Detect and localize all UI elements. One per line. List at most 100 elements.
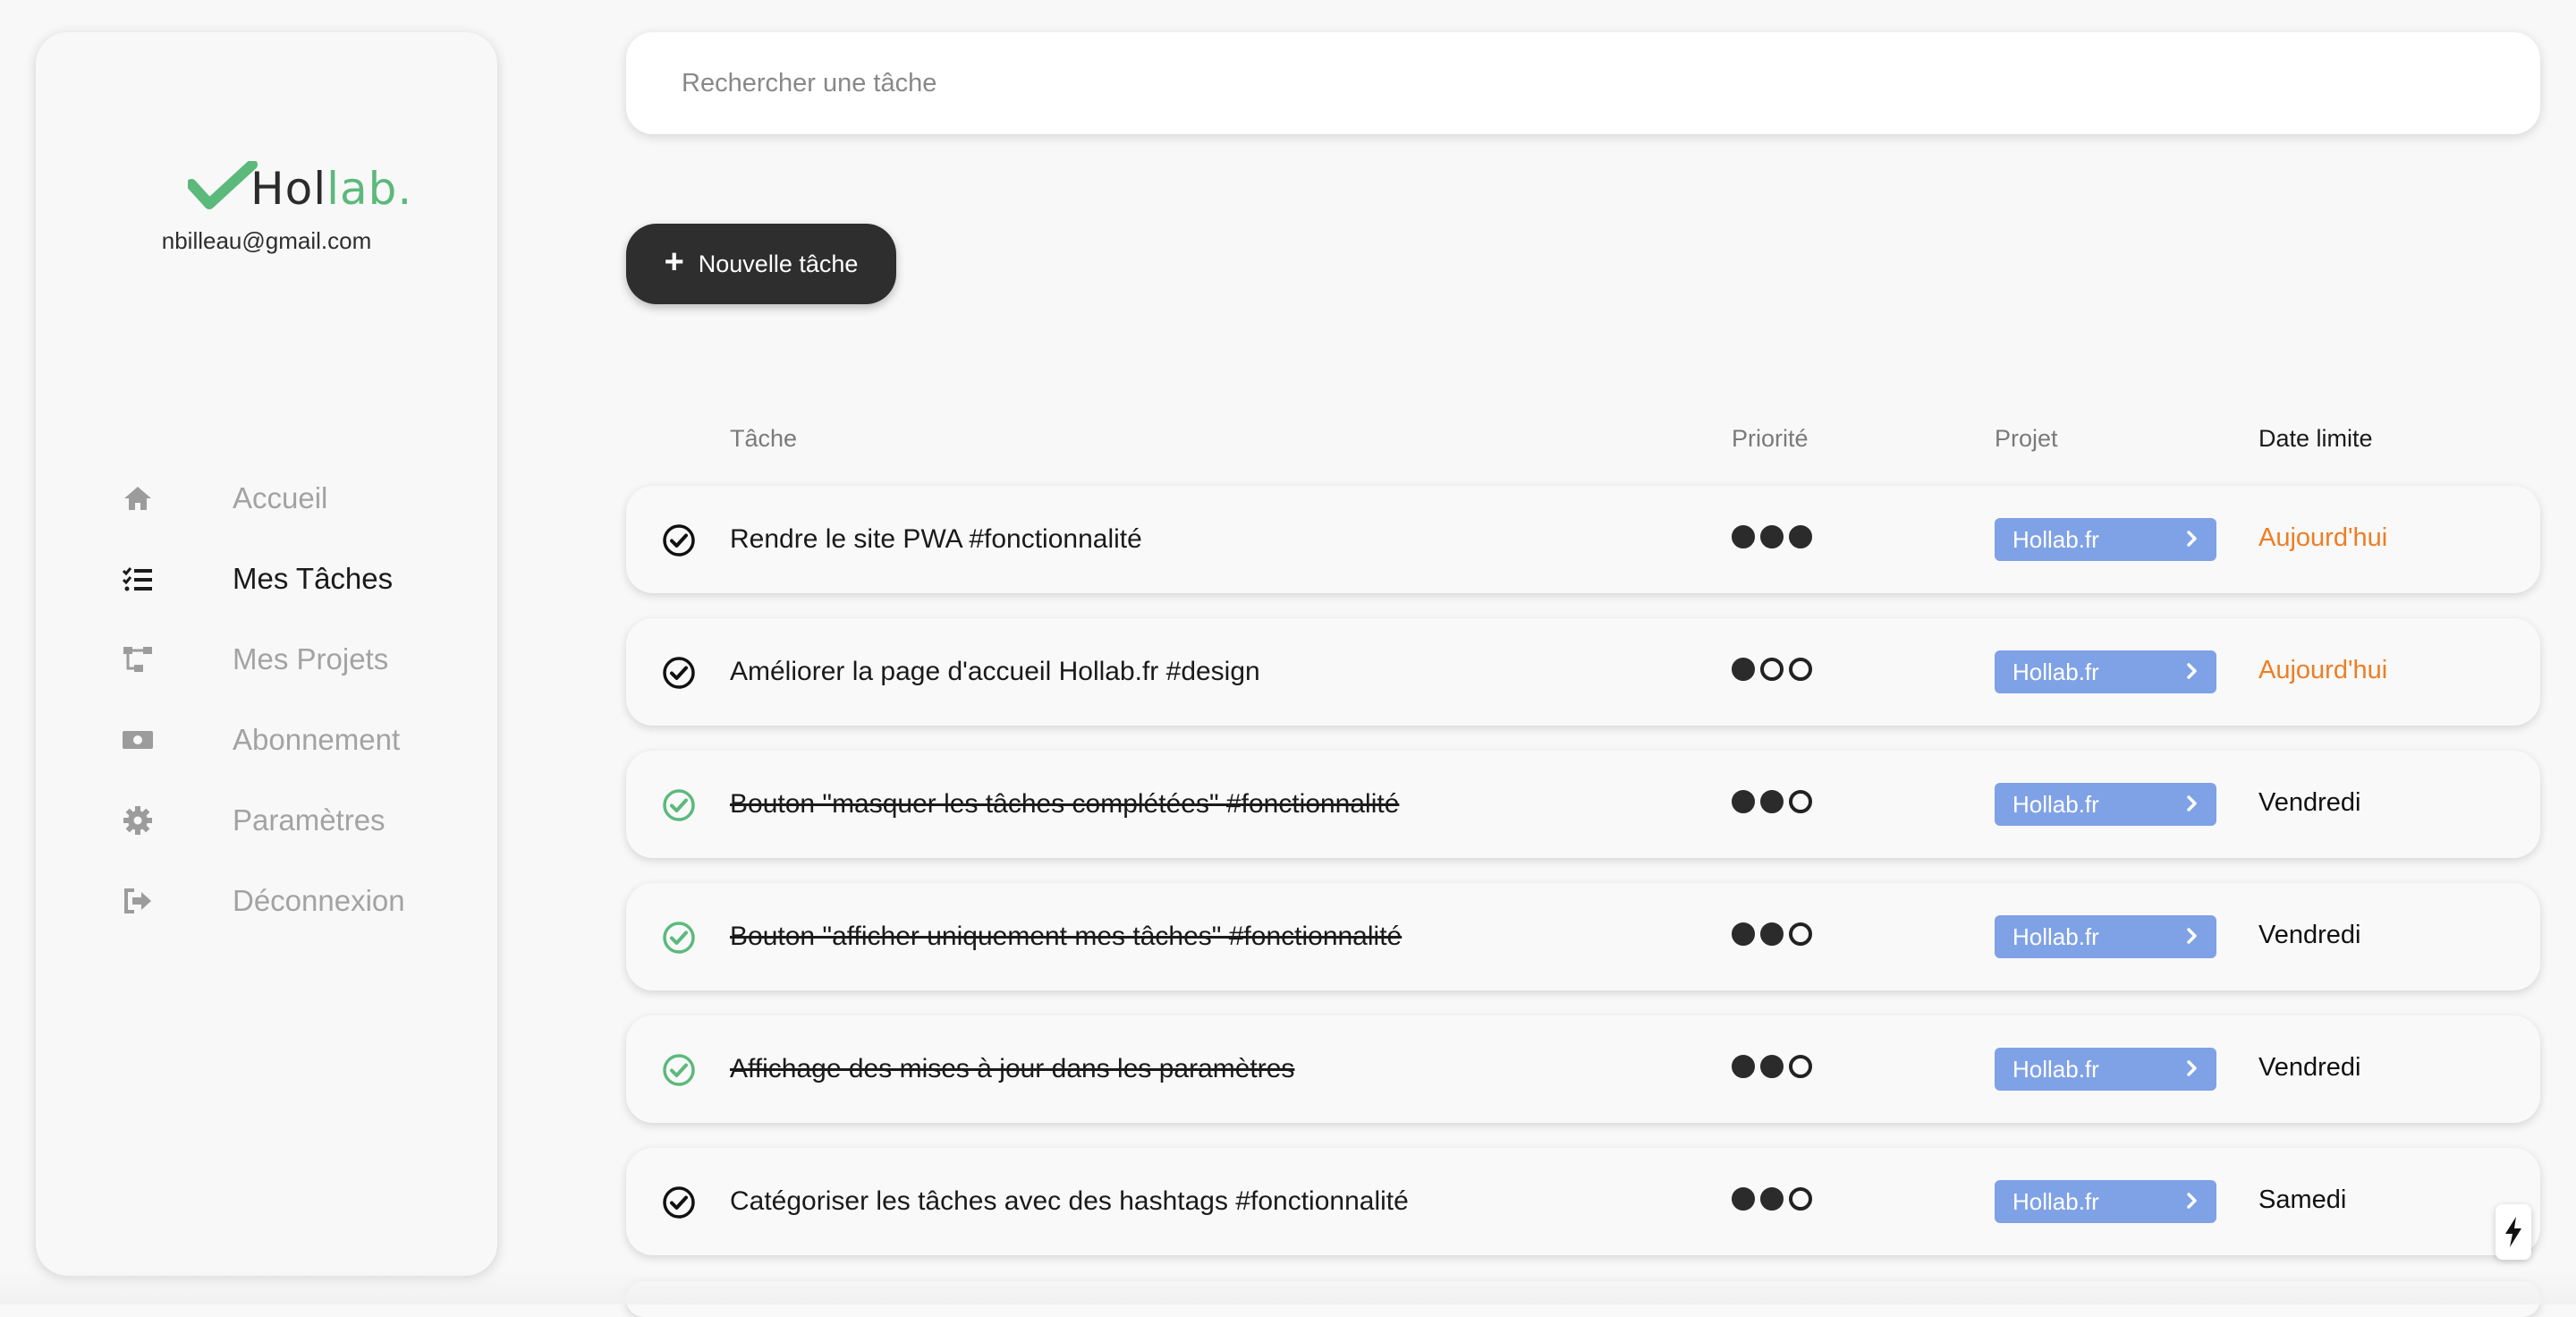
- project-badge[interactable]: Hollab.fr: [1995, 650, 2216, 693]
- table-row[interactable]: Bouton "afficher uniquement mes tâches" …: [626, 883, 2540, 990]
- logout-icon: [122, 883, 177, 919]
- priority-dot-filled: [1732, 525, 1755, 548]
- column-header-project: Projet: [1995, 425, 2058, 452]
- priority-dot-empty: [1760, 658, 1784, 681]
- priority-dot-filled: [1732, 1187, 1755, 1211]
- priority-dot-filled: [1732, 790, 1755, 813]
- sidebar-item-label: Accueil: [233, 481, 328, 514]
- sidebar-item-parametres[interactable]: Paramètres: [122, 780, 405, 861]
- table-row[interactable]: Affichage des mises à jour dans les para…: [626, 1015, 2540, 1123]
- priority-indicator: [1732, 790, 1812, 813]
- check-circle-icon[interactable]: [662, 1185, 696, 1219]
- priority-dot-filled: [1732, 658, 1755, 681]
- task-title[interactable]: Améliorer la page d'accueil Hollab.fr #d…: [730, 618, 1260, 726]
- project-badge[interactable]: Hollab.fr: [1995, 518, 2216, 561]
- due-date: Vendredi: [2258, 921, 2361, 949]
- project-badge[interactable]: Hollab.fr: [1995, 783, 2216, 826]
- project-label: Hollab.fr: [2012, 525, 2099, 553]
- chevron-right-icon: [2186, 1186, 2199, 1217]
- check-circle-icon[interactable]: [662, 523, 696, 557]
- task-title[interactable]: Catégoriser les tâches avec des hashtags…: [730, 1148, 1409, 1255]
- sidebar-item-deconnexion[interactable]: Déconnexion: [122, 861, 405, 941]
- search-input[interactable]: [680, 67, 2487, 99]
- sidebar-item-abonnement[interactable]: Abonnement: [122, 700, 405, 780]
- logo-text: Hollab.: [250, 163, 413, 215]
- priority-dot-filled: [1760, 922, 1784, 946]
- column-header-due: Date limite: [2258, 425, 2373, 452]
- sidebar-item-mes-projets[interactable]: Mes Projets: [122, 619, 405, 700]
- sidebar-item-label: Mes Projets: [233, 642, 389, 675]
- table-header: Tâche Priorité Projet Date limite: [0, 425, 2576, 461]
- column-header-task: Tâche: [730, 425, 798, 452]
- sidebar-item-label: Paramètres: [233, 803, 386, 837]
- search-bar: [626, 32, 2540, 134]
- project-badge[interactable]: Hollab.fr: [1995, 915, 2216, 958]
- project-label: Hollab.fr: [2012, 1055, 2099, 1083]
- priority-indicator: [1732, 922, 1812, 946]
- priority-indicator: [1732, 1187, 1812, 1211]
- sidebar: Hollab. nbilleau@gmail.com Accueil Mes T…: [36, 32, 497, 1276]
- task-title[interactable]: Bouton "afficher uniquement mes tâches" …: [730, 883, 1402, 990]
- table-row[interactable]: Bouton "masquer les tâches complétées" #…: [626, 751, 2540, 858]
- table-row[interactable]: Améliorer la page d'accueil Hollab.fr #d…: [626, 618, 2540, 726]
- due-date: Samedi: [2258, 1185, 2347, 1214]
- project-label: Hollab.fr: [2012, 658, 2099, 685]
- user-email: nbilleau@gmail.com: [161, 227, 372, 254]
- table-row-partial: [626, 1281, 2540, 1317]
- priority-indicator: [1732, 1055, 1812, 1078]
- plus-icon: +: [664, 243, 684, 281]
- due-date: Aujourd'hui: [2258, 523, 2388, 552]
- task-title[interactable]: Rendre le site PWA #fonctionnalité: [730, 486, 1142, 593]
- column-header-priority: Priorité: [1732, 425, 1809, 452]
- priority-dot-filled: [1789, 525, 1812, 548]
- new-task-label: Nouvelle tâche: [698, 250, 859, 277]
- priority-dot-empty: [1789, 658, 1812, 681]
- check-circle-icon[interactable]: [662, 656, 696, 690]
- priority-dot-empty: [1789, 790, 1812, 813]
- sidebar-item-label: Abonnement: [233, 723, 401, 756]
- logo-check-icon: [188, 161, 258, 209]
- project-badge[interactable]: Hollab.fr: [1995, 1048, 2216, 1091]
- project-tree-icon: [122, 642, 177, 677]
- priority-indicator: [1732, 658, 1812, 681]
- project-label: Hollab.fr: [2012, 790, 2099, 818]
- sidebar-item-accueil[interactable]: Accueil: [122, 458, 405, 539]
- chevron-right-icon: [2186, 524, 2199, 555]
- priority-dot-filled: [1732, 922, 1755, 946]
- check-circle-icon[interactable]: [662, 1053, 696, 1087]
- lightning-button[interactable]: [2496, 1204, 2531, 1260]
- chevron-right-icon: [2186, 789, 2199, 820]
- app-logo[interactable]: Hollab.: [188, 156, 412, 213]
- lightning-icon: [2505, 1217, 2521, 1247]
- new-task-button[interactable]: + Nouvelle tâche: [626, 224, 896, 304]
- priority-dot-empty: [1789, 1055, 1812, 1078]
- priority-dot-empty: [1789, 1187, 1812, 1211]
- table-row[interactable]: Catégoriser les tâches avec des hashtags…: [626, 1148, 2540, 1255]
- home-icon: [122, 480, 177, 516]
- due-date: Aujourd'hui: [2258, 656, 2388, 684]
- task-list-icon: [122, 561, 177, 597]
- priority-dot-filled: [1760, 1187, 1784, 1211]
- chevron-right-icon: [2186, 1054, 2199, 1084]
- sidebar-item-mes-taches[interactable]: Mes Tâches: [122, 539, 405, 619]
- priority-dot-filled: [1760, 1055, 1784, 1078]
- sidebar-item-label: Mes Tâches: [233, 562, 394, 595]
- task-title[interactable]: Bouton "masquer les tâches complétées" #…: [730, 751, 1399, 858]
- gear-icon: [122, 803, 177, 838]
- money-icon: [122, 722, 177, 758]
- chevron-right-icon: [2186, 657, 2199, 687]
- project-badge[interactable]: Hollab.fr: [1995, 1180, 2216, 1223]
- sidebar-nav: Accueil Mes Tâches Mes Projets Abonnemen…: [122, 458, 405, 941]
- due-date: Vendredi: [2258, 1053, 2361, 1082]
- check-circle-icon[interactable]: [662, 788, 696, 822]
- check-circle-icon[interactable]: [662, 921, 696, 955]
- chevron-right-icon: [2186, 922, 2199, 952]
- task-title[interactable]: Affichage des mises à jour dans les para…: [730, 1015, 1294, 1123]
- table-row[interactable]: Rendre le site PWA #fonctionnalité Hollab…: [626, 486, 2540, 593]
- priority-dot-filled: [1760, 525, 1784, 548]
- priority-dot-filled: [1732, 1055, 1755, 1078]
- priority-dot-empty: [1789, 922, 1812, 946]
- due-date: Vendredi: [2258, 788, 2361, 817]
- sidebar-item-label: Déconnexion: [233, 884, 405, 917]
- project-label: Hollab.fr: [2012, 1187, 2099, 1215]
